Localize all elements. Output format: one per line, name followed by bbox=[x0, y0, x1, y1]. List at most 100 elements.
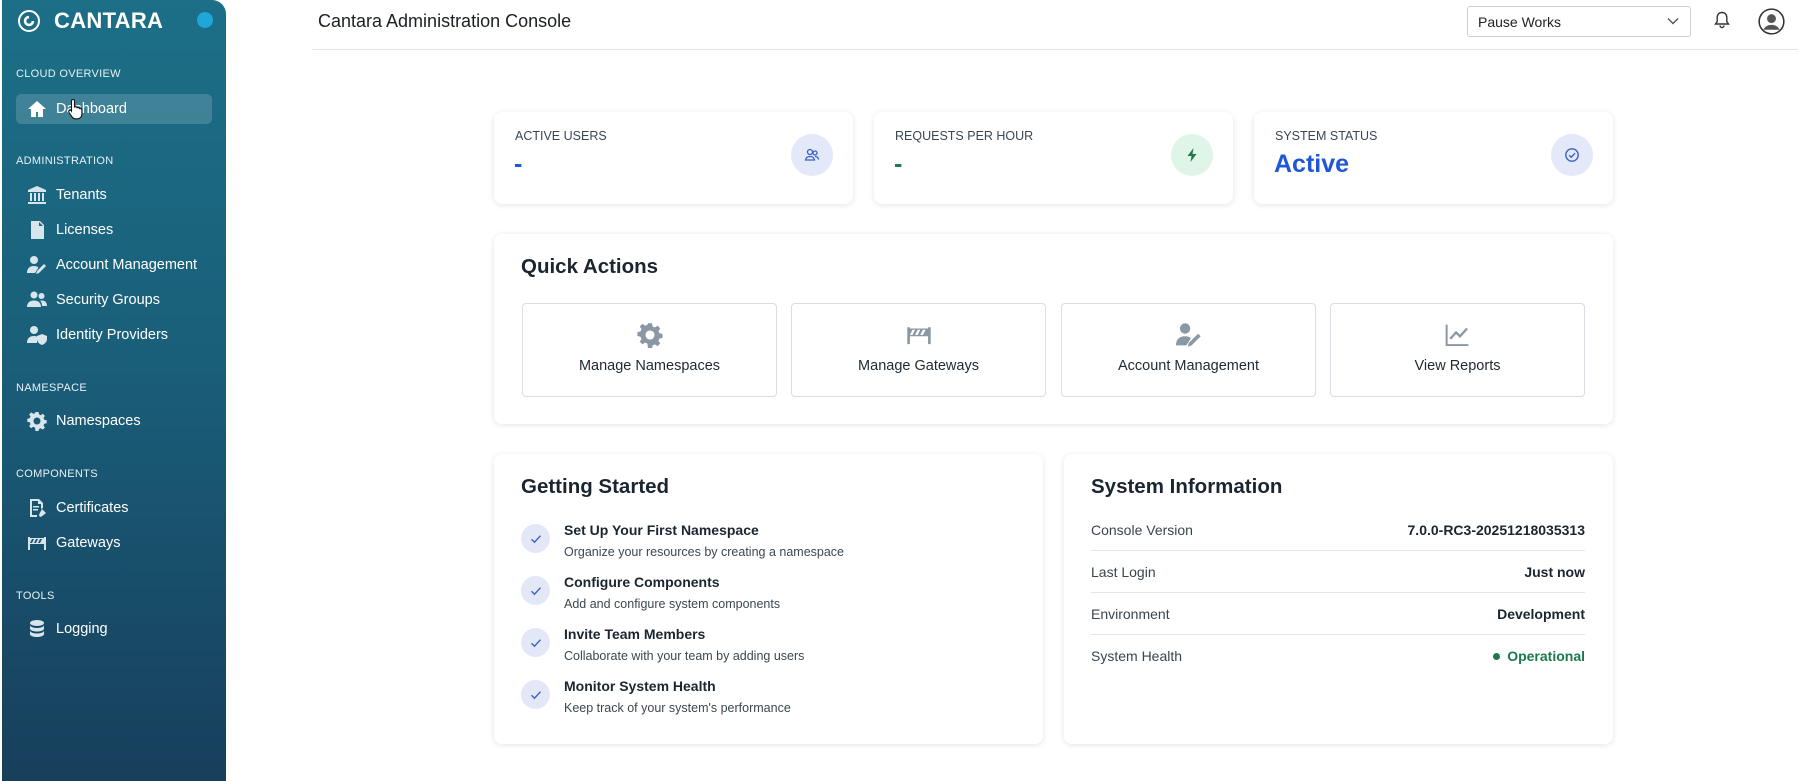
info-row-environment: Environment Development bbox=[1091, 593, 1585, 635]
status-dot bbox=[197, 12, 213, 28]
sidebar-item-licenses[interactable]: Licenses bbox=[26, 217, 113, 243]
stat-value: Active bbox=[1274, 150, 1350, 178]
quick-actions-card: Quick Actions Manage Namespaces Manage G… bbox=[494, 234, 1613, 424]
sidebar-item-label: Tenants bbox=[56, 187, 107, 203]
check-icon bbox=[521, 524, 550, 553]
manage-namespaces-button[interactable]: Manage Namespaces bbox=[522, 303, 777, 397]
system-information-card: System Information Console Version 7.0.0… bbox=[1064, 454, 1613, 744]
license-icon bbox=[26, 219, 48, 241]
sidebar-item-label: Namespaces bbox=[56, 413, 141, 429]
manage-gateways-label: Manage Gateways bbox=[858, 358, 979, 374]
user-avatar-icon[interactable] bbox=[1758, 8, 1785, 35]
barrier-icon bbox=[26, 532, 48, 554]
barrier-icon bbox=[906, 322, 932, 348]
info-row-last-login: Last Login Just now bbox=[1091, 551, 1585, 593]
sidebar: CANTARA CLOUD OVERVIEW Dashboard ADMINIS… bbox=[2, 0, 226, 781]
quick-actions-title: Quick Actions bbox=[521, 255, 659, 278]
certificate-icon bbox=[26, 497, 48, 519]
step-description: Keep track of your system's performance bbox=[564, 701, 791, 715]
user-shield-icon bbox=[26, 324, 48, 346]
step-description: Collaborate with your team by adding use… bbox=[564, 649, 805, 663]
chart-line-icon bbox=[1445, 322, 1471, 348]
info-value: Development bbox=[1497, 606, 1585, 622]
workspace-select-value: Pause Works bbox=[1478, 14, 1561, 30]
gear-icon bbox=[26, 410, 48, 432]
check-icon bbox=[521, 576, 550, 605]
stat-label: REQUESTS PER HOUR bbox=[895, 129, 1034, 143]
info-key: Console Version bbox=[1091, 522, 1193, 538]
app-root: CANTARA CLOUD OVERVIEW Dashboard ADMINIS… bbox=[0, 0, 1798, 781]
info-row-system-health: System Health Operational bbox=[1091, 635, 1585, 677]
users-icon bbox=[26, 289, 48, 311]
check-circle-icon bbox=[1551, 134, 1593, 176]
hand-pointer-icon bbox=[68, 98, 83, 120]
stat-value: - bbox=[514, 150, 523, 178]
account-management-label: Account Management bbox=[1117, 358, 1260, 374]
system-information-title: System Information bbox=[1091, 475, 1283, 498]
info-key: Environment bbox=[1091, 606, 1170, 622]
manage-namespaces-label: Manage Namespaces bbox=[578, 358, 721, 374]
sidebar-item-certificates[interactable]: Certificates bbox=[26, 495, 129, 521]
getting-started-title: Getting Started bbox=[521, 475, 670, 498]
info-value: 7.0.0-RC3-20251218035313 bbox=[1407, 522, 1585, 538]
section-title-tools: TOOLS bbox=[16, 590, 55, 602]
sidebar-item-identity-providers[interactable]: Identity Providers bbox=[26, 322, 168, 348]
step-title: Configure Components bbox=[564, 574, 720, 590]
gear-icon bbox=[636, 322, 663, 349]
cantara-logo-icon bbox=[18, 10, 40, 32]
step-title: Invite Team Members bbox=[564, 626, 706, 642]
sidebar-item-label: Gateways bbox=[56, 535, 121, 551]
sidebar-item-label: Identity Providers bbox=[56, 327, 169, 343]
manage-gateways-button[interactable]: Manage Gateways bbox=[791, 303, 1046, 397]
workspace-select[interactable]: Pause Works bbox=[1467, 6, 1691, 37]
view-reports-label: View Reports bbox=[1414, 358, 1501, 374]
stat-value: - bbox=[894, 150, 903, 178]
stat-card-requests-per-hour: REQUESTS PER HOUR - bbox=[874, 112, 1233, 204]
sidebar-item-tenants[interactable]: Tenants bbox=[26, 182, 107, 208]
sidebar-item-security-groups[interactable]: Security Groups bbox=[26, 287, 160, 313]
status-badge: Operational bbox=[1493, 648, 1585, 664]
user-edit-icon bbox=[1175, 322, 1202, 348]
step-title: Monitor System Health bbox=[564, 678, 716, 694]
sidebar-item-account-management[interactable]: Account Management bbox=[26, 252, 197, 278]
stat-card-system-status: SYSTEM STATUS Active bbox=[1254, 112, 1613, 204]
brand-name: CANTARA bbox=[54, 8, 164, 33]
building-icon bbox=[26, 184, 48, 206]
sidebar-item-label: Account Management bbox=[56, 257, 198, 273]
section-title-cloud-overview: CLOUD OVERVIEW bbox=[16, 68, 121, 80]
check-icon bbox=[521, 680, 550, 709]
bell-icon[interactable] bbox=[1712, 10, 1732, 30]
getting-started-card: Getting Started Set Up Your First Namesp… bbox=[494, 454, 1043, 744]
sidebar-item-logging[interactable]: Logging bbox=[26, 616, 108, 642]
top-bar: Cantara Administration Console Pause Wor… bbox=[312, 0, 1798, 50]
stat-label: SYSTEM STATUS bbox=[1275, 129, 1378, 143]
stat-card-active-users: ACTIVE USERS - bbox=[494, 112, 853, 204]
sidebar-item-dashboard[interactable]: Dashboard bbox=[16, 94, 212, 124]
section-title-namespace: NAMESPACE bbox=[16, 382, 87, 394]
step-title: Set Up Your First Namespace bbox=[564, 522, 759, 538]
account-management-button[interactable]: Account Management bbox=[1061, 303, 1316, 397]
section-title-components: COMPONENTS bbox=[16, 468, 98, 480]
check-icon bbox=[521, 628, 550, 657]
step-description: Organize your resources by creating a na… bbox=[564, 545, 845, 559]
info-key: Last Login bbox=[1091, 564, 1156, 580]
step-description: Add and configure system components bbox=[564, 597, 781, 611]
sidebar-item-label: Security Groups bbox=[56, 292, 160, 308]
brand[interactable]: CANTARA bbox=[18, 8, 163, 34]
user-edit-icon bbox=[26, 254, 48, 276]
info-value: Operational bbox=[1507, 648, 1585, 664]
section-title-administration: ADMINISTRATION bbox=[16, 155, 114, 167]
app-title: Cantara Administration Console bbox=[318, 11, 572, 31]
home-icon bbox=[26, 98, 48, 120]
sidebar-item-gateways[interactable]: Gateways bbox=[26, 530, 120, 556]
info-key: System Health bbox=[1091, 648, 1183, 664]
status-dot-icon bbox=[1493, 652, 1501, 660]
sidebar-item-namespaces[interactable]: Namespaces bbox=[26, 408, 141, 434]
sidebar-item-label: Licenses bbox=[56, 222, 114, 238]
sidebar-item-label: Logging bbox=[56, 621, 108, 637]
view-reports-button[interactable]: View Reports bbox=[1330, 303, 1585, 397]
stat-label: ACTIVE USERS bbox=[515, 129, 607, 143]
bolt-icon bbox=[1171, 134, 1213, 176]
sidebar-item-label: Dashboard bbox=[56, 101, 127, 117]
info-row-console-version: Console Version 7.0.0-RC3-20251218035313 bbox=[1091, 509, 1585, 551]
